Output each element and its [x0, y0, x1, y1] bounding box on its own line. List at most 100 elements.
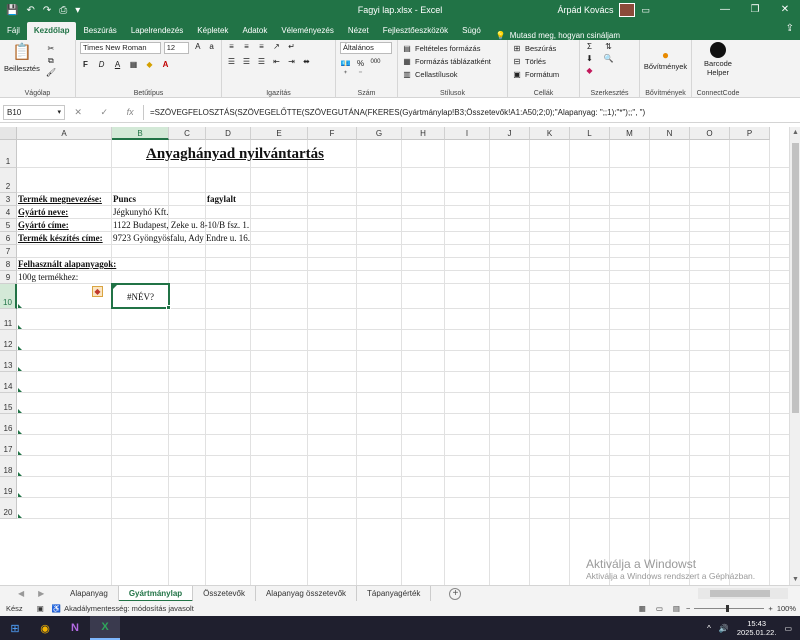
column-header-p[interactable]: P: [730, 127, 770, 140]
cell-a8[interactable]: Felhasznált alapanyagok:: [18, 258, 116, 270]
zoom-out-button[interactable]: −: [686, 604, 690, 613]
zoom-slider[interactable]: [694, 605, 765, 612]
active-cell-b10[interactable]: #NÉV?: [111, 283, 171, 310]
cell-a6[interactable]: Termék készítés címe:: [18, 232, 103, 244]
row-header-13[interactable]: 13: [0, 351, 17, 372]
column-header-e[interactable]: E: [251, 127, 308, 140]
notifications-icon[interactable]: ▭: [784, 624, 792, 633]
row-header-8[interactable]: 8: [0, 258, 17, 271]
chevron-down-icon[interactable]: ▾: [57, 106, 61, 119]
redo-icon[interactable]: ↷: [43, 5, 51, 16]
column-header-b[interactable]: B: [112, 127, 169, 140]
share-icon[interactable]: ⇪: [786, 23, 794, 34]
currency-icon[interactable]: 💶: [340, 59, 351, 68]
row-header-11[interactable]: 11: [0, 309, 17, 330]
underline-button[interactable]: A: [112, 60, 123, 69]
clear-icon[interactable]: ◆: [584, 66, 595, 75]
row-header-4[interactable]: 4: [0, 206, 17, 219]
row-header-7[interactable]: 7: [0, 245, 17, 258]
row-header-5[interactable]: 5: [0, 219, 17, 232]
zoom-slider-knob[interactable]: [726, 605, 730, 612]
sheet-tab-alapanyag-osszetevok[interactable]: Alapanyag összetevők: [256, 585, 358, 602]
excel-taskbar-icon[interactable]: X: [90, 616, 120, 640]
fill-handle[interactable]: [166, 305, 171, 310]
close-button[interactable]: ✕: [770, 0, 800, 20]
row-header-16[interactable]: 16: [0, 414, 17, 435]
cell-a3[interactable]: Termék megnevezése:: [18, 193, 102, 205]
row-header-18[interactable]: 18: [0, 456, 17, 477]
column-header-l[interactable]: L: [570, 127, 610, 140]
tab-review[interactable]: Véleményezés: [274, 22, 340, 40]
formula-input[interactable]: =SZÖVEGFELOSZTÁS(SZÖVEGELŐTTE(SZÖVEGUTÁN…: [143, 105, 800, 120]
tab-file[interactable]: Fájl: [0, 22, 27, 40]
row-header-6[interactable]: 6: [0, 232, 17, 245]
column-header-o[interactable]: O: [690, 127, 730, 140]
addins-button[interactable]: ● Bővítmények: [644, 42, 687, 71]
column-header-j[interactable]: J: [490, 127, 530, 140]
windows-start-icon[interactable]: ⊞: [0, 616, 30, 640]
thousands-button[interactable]: 000: [370, 59, 381, 68]
row-header-10[interactable]: 10: [0, 284, 17, 309]
column-header-c[interactable]: C: [169, 127, 206, 140]
scroll-up-icon[interactable]: ▲: [790, 129, 800, 136]
fill-icon[interactable]: ⬇: [584, 54, 595, 63]
align-bottom-icon[interactable]: ≡: [256, 42, 267, 51]
page-title[interactable]: Anyaghányad nyilvántartás: [146, 144, 324, 164]
sheet-tab-tapanyagertek[interactable]: Tápanyagérték: [357, 585, 432, 602]
select-all-corner[interactable]: [0, 127, 17, 140]
copy-icon[interactable]: ⧉: [46, 56, 56, 66]
column-header-g[interactable]: G: [357, 127, 402, 140]
onenote-icon[interactable]: N: [60, 616, 90, 640]
name-box[interactable]: B10 ▾: [3, 105, 65, 120]
restore-button[interactable]: ❐: [740, 0, 770, 20]
tab-home[interactable]: Kezdőlap: [26, 22, 77, 40]
paste-button[interactable]: 📋 Beillesztés: [4, 42, 40, 78]
cell-a4[interactable]: Gyártó neve:: [18, 206, 68, 218]
undo-icon[interactable]: ↶: [26, 5, 34, 16]
normal-view-icon[interactable]: ▦: [639, 604, 646, 613]
format-as-table-button[interactable]: ▦ Formázás táblázatként: [402, 55, 503, 68]
minimize-button[interactable]: —: [710, 0, 740, 20]
customize-qa-icon[interactable]: ▾: [75, 5, 80, 16]
row-header-19[interactable]: 19: [0, 477, 17, 498]
cell-d3[interactable]: fagylalt: [207, 193, 236, 205]
chrome-icon[interactable]: ◉: [30, 616, 60, 640]
barcode-helper-button[interactable]: Barcode Helper: [696, 42, 740, 77]
italic-button[interactable]: D: [96, 60, 107, 69]
vertical-scrollbar[interactable]: ▲ ▼: [789, 127, 800, 585]
horizontal-scroll-thumb[interactable]: [710, 590, 770, 597]
column-header-d[interactable]: D: [206, 127, 251, 140]
row-header-2[interactable]: 2: [0, 168, 17, 193]
grow-font-icon[interactable]: A: [192, 42, 203, 54]
column-header-n[interactable]: N: [650, 127, 690, 140]
add-sheet-button[interactable]: +: [449, 587, 462, 600]
row-header-17[interactable]: 17: [0, 435, 17, 456]
sheet-tab-gyartmanylap[interactable]: Gyártmánylap: [118, 585, 194, 602]
tab-developer[interactable]: Fejlesztőeszközök: [376, 22, 455, 40]
zoom-level[interactable]: 100%: [777, 604, 796, 613]
format-cells-button[interactable]: ▣ Formátum: [512, 68, 575, 81]
cut-icon[interactable]: ✂: [46, 44, 56, 54]
align-right-icon[interactable]: ☰: [256, 57, 267, 66]
increase-indent-icon[interactable]: ⇥: [286, 57, 297, 66]
bold-button[interactable]: F: [80, 60, 91, 69]
print-preview-icon[interactable]: ⎙: [59, 5, 67, 16]
column-header-f[interactable]: F: [308, 127, 357, 140]
wrap-text-icon[interactable]: ↵: [286, 42, 297, 51]
tab-data[interactable]: Adatok: [235, 22, 274, 40]
zoom-in-button[interactable]: +: [768, 604, 772, 613]
enter-icon[interactable]: ✓: [100, 107, 108, 118]
delete-cells-button[interactable]: ⊟ Törlés: [512, 55, 575, 68]
tell-me-box[interactable]: 💡 Mutasd meg, hogyan csináljam: [488, 31, 620, 40]
borders-icon[interactable]: ▦: [128, 60, 139, 69]
macro-record-icon[interactable]: ▣: [23, 604, 44, 613]
sheet-prev-icon[interactable]: ◀: [18, 589, 24, 598]
font-size-select[interactable]: 12: [163, 42, 190, 54]
row-header-9[interactable]: 9: [0, 271, 17, 284]
cell-b3[interactable]: Puncs: [113, 193, 136, 205]
column-header-h[interactable]: H: [402, 127, 445, 140]
cell-b5[interactable]: 1122 Budapest, Zeke u. 8-10/B fsz. 1.: [113, 219, 249, 231]
page-layout-view-icon[interactable]: ▭: [656, 604, 663, 613]
autosum-icon[interactable]: Σ: [584, 42, 595, 51]
cell-styles-button[interactable]: ▥ Cellastílusok: [402, 68, 503, 81]
